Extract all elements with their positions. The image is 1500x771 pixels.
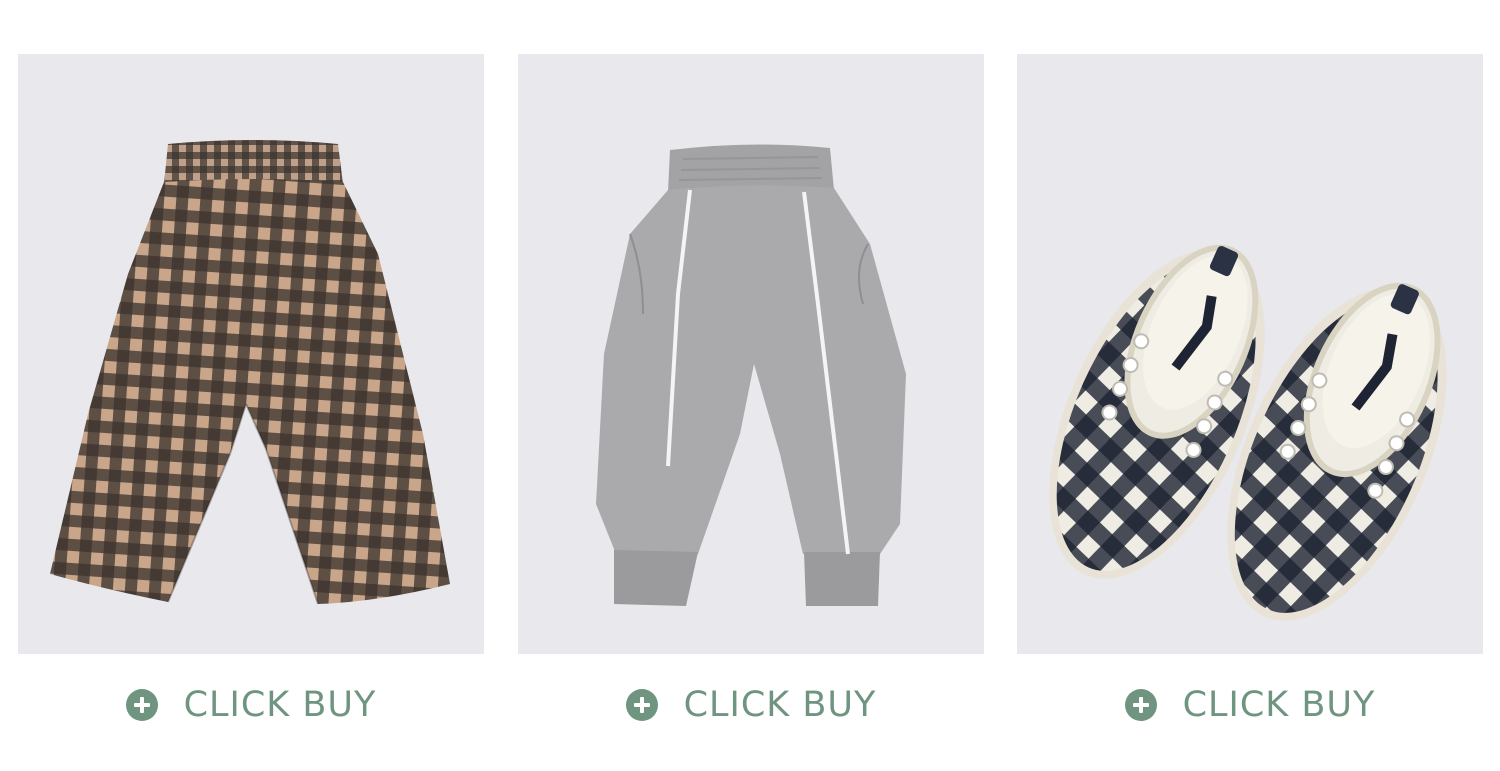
click-buy-label: CLICK BUY bbox=[183, 685, 377, 725]
product-image-1[interactable] bbox=[18, 54, 484, 654]
plaid-shoes-icon bbox=[1049, 244, 1447, 621]
product-image-3[interactable] bbox=[1017, 54, 1483, 654]
click-buy-button-1[interactable]: CLICK BUY bbox=[18, 685, 484, 725]
product-image-2[interactable] bbox=[518, 54, 984, 654]
click-buy-label: CLICK BUY bbox=[683, 685, 877, 725]
plus-circle-icon bbox=[1124, 689, 1157, 721]
plus-circle-icon bbox=[125, 689, 158, 721]
product-card-1: CLICK BUY bbox=[18, 54, 484, 725]
click-buy-button-2[interactable]: CLICK BUY bbox=[518, 685, 984, 725]
plus-circle-icon bbox=[625, 689, 658, 721]
click-buy-label: CLICK BUY bbox=[1182, 685, 1376, 725]
click-buy-button-3[interactable]: CLICK BUY bbox=[1017, 685, 1483, 725]
grey-joggers-icon bbox=[596, 144, 906, 606]
product-card-2: CLICK BUY bbox=[518, 54, 984, 725]
product-card-3: CLICK BUY bbox=[1017, 54, 1483, 725]
plaid-pants-icon bbox=[50, 140, 450, 605]
